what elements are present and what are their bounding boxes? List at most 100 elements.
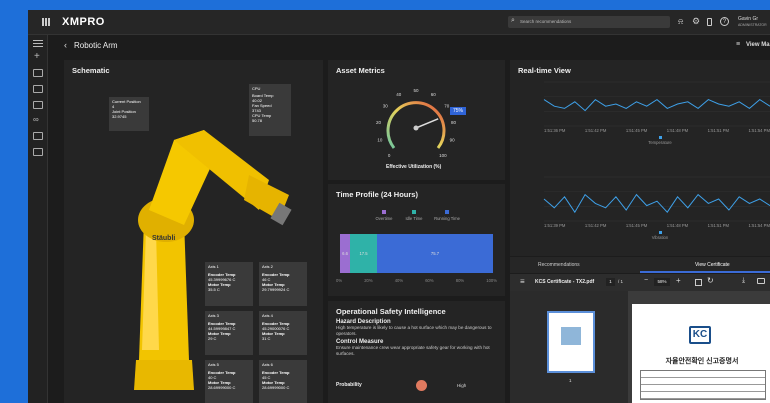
- x-axis-ticks: 0% 20% 40% 60% 80% 100%: [336, 278, 497, 283]
- certificate-title: 자율안전확인 신고증명서: [665, 358, 739, 365]
- legend-overtime: Overtime: [370, 210, 398, 221]
- safety-title: Operational Safety Intelligence: [336, 307, 446, 316]
- x-tick: 80%: [455, 278, 465, 283]
- time-profile-panel: Time Profile (24 Hours) Overtime Idle Ti…: [328, 184, 505, 296]
- settings-icon[interactable]: ⚙: [692, 16, 700, 27]
- search-input[interactable]: Search recommendations: [520, 19, 571, 24]
- search-icon: ⌕: [511, 17, 515, 24]
- bar-value: 75.7: [430, 250, 440, 256]
- apps-icon[interactable]: [33, 85, 43, 93]
- x-tick: 60%: [425, 278, 434, 283]
- pdf-zoom-input[interactable]: 58%: [654, 278, 670, 286]
- x-tick: 0%: [336, 278, 343, 283]
- list-icon[interactable]: [33, 132, 43, 140]
- pdf-file-name: KCS Certificate - TX2.pdf: [535, 279, 595, 285]
- axis-card: Axis 2 Encoder Temp 46 C Motor Temp 29.7…: [259, 262, 307, 306]
- axis-card: Axis 3 Encoder Temp 44.59999847 C Motor …: [205, 311, 253, 355]
- bar-value: 6.6: [342, 250, 348, 256]
- view-menu-button[interactable]: View Ma: [746, 42, 770, 48]
- bell-icon[interactable]: ⍾: [678, 17, 683, 27]
- legend-idle: Idle Time: [400, 210, 428, 221]
- control-text: Ensure maintenance crew wear appropriate…: [336, 345, 490, 356]
- zoom-in-button[interactable]: +: [676, 276, 681, 285]
- grid-icon[interactable]: [33, 101, 43, 109]
- realtime-panel: Real-time View Temperature Vibration 1:5…: [510, 60, 770, 256]
- x-tick: 20%: [364, 278, 373, 283]
- kc-logo: KC: [689, 326, 711, 344]
- legend-label: Running Time: [434, 216, 460, 221]
- calendar-icon[interactable]: [33, 148, 43, 156]
- x-tick: 1:51:54 PM: [748, 128, 770, 133]
- axis-name: Axis 5: [208, 362, 219, 367]
- gauge-needle: [415, 118, 439, 129]
- axis-name: Axis 3: [208, 313, 219, 318]
- cpu-card: CPU Board Temp 40.02 Fan Speed 3743 CPU …: [249, 84, 291, 136]
- cpu-temp-value: 50.78: [252, 118, 263, 123]
- position-card: Current Position 4 Joint Position 32.974…: [109, 97, 149, 131]
- legend-swatch: [382, 210, 386, 214]
- motor-value: 29.79999924 C: [262, 287, 290, 292]
- device-icon[interactable]: [707, 18, 712, 26]
- legend-swatch: [412, 210, 416, 214]
- axis-card: Axis 6 Encoder Temp 45 C Motor Temp 28.6…: [259, 360, 307, 403]
- kc-logo-text: KC: [692, 329, 708, 340]
- rotate-icon[interactable]: ↻: [707, 276, 714, 285]
- bar-value: 17.5: [359, 250, 368, 256]
- probability-label: Probability: [336, 382, 362, 388]
- x-tick: 40%: [394, 278, 404, 283]
- pdf-menu-icon[interactable]: ≡: [520, 277, 525, 286]
- axis-name: Axis 4: [262, 313, 273, 318]
- user-role: ADMINISTRATOR: [738, 23, 767, 27]
- joint-position-value: 32.9745: [112, 114, 127, 119]
- tab-view-certificate[interactable]: View Certificate: [695, 262, 730, 268]
- svg-text:Stäubli: Stäubli: [152, 235, 175, 242]
- link-icon[interactable]: ∞: [33, 115, 39, 124]
- bar-segment-idle: 17.5: [350, 234, 377, 273]
- pdf-page-count: / 1: [618, 279, 624, 284]
- pdf-viewer: ≡ KCS Certificate - TX2.pdf 1 / 1 − 58% …: [510, 274, 770, 403]
- legend-swatch: [445, 210, 449, 214]
- search-box[interactable]: ⌕ Search recommendations: [508, 16, 670, 28]
- help-icon[interactable]: ?: [720, 17, 729, 26]
- add-icon[interactable]: +: [34, 52, 40, 62]
- axis-card: Axis 5 Encoder Temp 40 C Motor Temp 28.6…: [205, 360, 253, 403]
- motor-value: 31 C: [262, 336, 271, 341]
- legend-label: Overtime: [375, 216, 393, 221]
- print-icon[interactable]: [757, 278, 765, 284]
- apps-grid-icon[interactable]: [42, 18, 50, 26]
- motor-value: 28.69999000 C: [208, 385, 236, 390]
- x-tick: 1:51:36 PM: [544, 128, 566, 133]
- stacked-bar: 6.6 17.5 75.7: [340, 234, 493, 273]
- hazard-text: High temperature is likely to cause a ho…: [336, 325, 492, 336]
- download-icon[interactable]: ⤓: [742, 277, 745, 285]
- view-menu-icon[interactable]: ≡: [736, 41, 740, 48]
- x-tick: 1:51:45 PM: [625, 223, 648, 228]
- gauge-tick-label: 60: [431, 92, 437, 97]
- pdf-page-input[interactable]: 1: [606, 278, 615, 286]
- zoom-out-button[interactable]: −: [644, 277, 648, 284]
- fit-page-icon[interactable]: [695, 279, 702, 286]
- dashboard-icon[interactable]: [33, 69, 43, 77]
- series-line: [543, 98, 770, 112]
- pdf-toolbar: ≡ KCS Certificate - TX2.pdf 1 / 1 − 58% …: [510, 274, 770, 291]
- gauge-caption: Effective Utilization (%): [386, 164, 442, 170]
- x-tick: 1:51:39 PM: [544, 223, 566, 228]
- tab-recommendations[interactable]: Recommendations: [538, 262, 580, 268]
- gauge-tick-label: 50: [413, 88, 419, 93]
- bar-segment-overtime: 6.6: [340, 234, 351, 273]
- axis-name: Axis 2: [262, 264, 273, 269]
- asset-metrics-panel: Asset Metrics 0 10 20 30 40 50 60 70 80 90 100 75%…: [328, 60, 505, 180]
- user-name[interactable]: Gavin Gr: [738, 16, 758, 22]
- temperature-legend: Temperature: [640, 136, 680, 145]
- back-chevron-icon[interactable]: ‹: [64, 40, 67, 50]
- motor-value: 29 C: [208, 336, 217, 341]
- x-tick: 1:51:51 PM: [707, 223, 730, 228]
- probability-indicator: [416, 380, 427, 391]
- gauge-tick-label: 70: [444, 104, 450, 109]
- x-axis-ticks-1: 1:51:36 PM 1:51:42 PM 1:51:45 PM 1:51:48…: [544, 128, 770, 133]
- x-tick: 1:51:51 PM: [707, 128, 730, 133]
- safety-content: Hazard Description High temperature is l…: [336, 319, 498, 356]
- schematic-panel: Schematic Stäubli Current Position 4 Joi…: [64, 60, 323, 403]
- axis-card: Axis 4 Encoder Temp 45.29000076 C Motor …: [259, 311, 307, 355]
- pdf-thumbnail[interactable]: [547, 311, 595, 373]
